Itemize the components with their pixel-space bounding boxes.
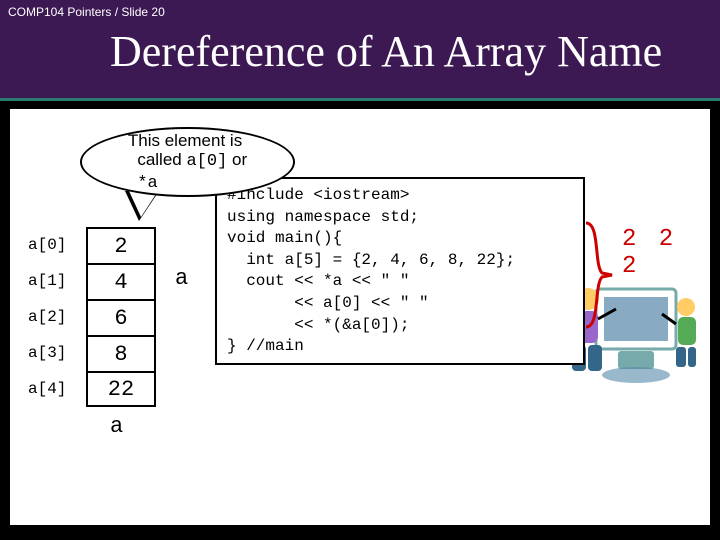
array-cell-2: 6 [86,299,156,335]
callout-tail [125,191,159,221]
code-block: #include <iostream> using namespace std;… [215,177,585,365]
pointer-label-bottom: a [110,414,123,439]
array-index-2: a[2] [28,299,86,335]
array-index-1: a[1] [28,263,86,299]
page-title: Dereference of An Array Name [110,26,720,77]
callout-line1: This element is [128,131,242,150]
table-row: a[3] 8 [28,335,156,371]
program-output: 2 2 2 [622,226,710,280]
pointer-label-right: a [175,266,188,291]
callout-line2-post: or [227,150,247,169]
array-index-0: a[0] [28,227,86,263]
brace-icon [584,221,614,329]
table-row: a[1] 4 [28,263,156,299]
array-cell-0: 2 [86,227,156,263]
callout-bubble: This element is called a[0] or *a [80,127,295,197]
array-cell-3: 8 [86,335,156,371]
content-area: This element is called a[0] or *a a[0] 2… [10,109,710,525]
callout-code-stara: *a [137,174,157,193]
slide-header: COMP104 Pointers / Slide 20 [0,0,720,26]
array-cell-1: 4 [86,263,156,299]
callout-code-a0: a[0] [186,152,227,171]
table-row: a[0] 2 [28,227,156,263]
array-index-4: a[4] [28,371,86,407]
title-area: Dereference of An Array Name [0,26,720,101]
array-diagram: a[0] 2 a[1] 4 a[2] 6 a[3] 8 a[4] 22 [28,227,156,407]
table-row: a[2] 6 [28,299,156,335]
array-index-3: a[3] [28,335,86,371]
array-cell-4: 22 [86,371,156,407]
callout-line2-pre: called [137,150,186,169]
table-row: a[4] 22 [28,371,156,407]
